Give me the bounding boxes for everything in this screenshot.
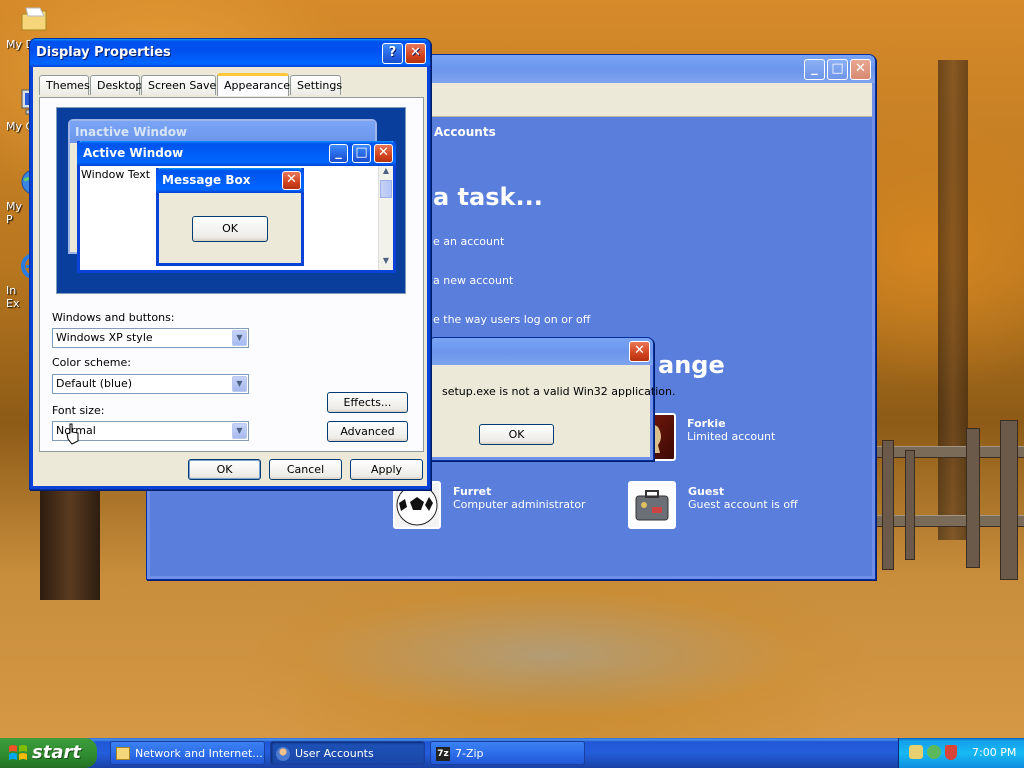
scroll-thumb [380, 180, 392, 198]
ok-button[interactable]: OK [188, 459, 261, 480]
appearance-panel: Inactive Window Active Window _ □ ✕ Wind… [39, 97, 424, 452]
apply-button[interactable]: Apply [350, 459, 423, 480]
appearance-preview: Inactive Window Active Window _ □ ✕ Wind… [56, 107, 406, 294]
tab-themes[interactable]: Themes [39, 75, 90, 95]
taskbar-button-label: 7-Zip [455, 747, 484, 760]
preview-window-text: Window Text [81, 168, 151, 181]
error-message: setup.exe is not a valid Win32 applicati… [442, 385, 676, 398]
font-size-label: Font size: [52, 404, 105, 417]
preview-active-title-text: Active Window [83, 146, 184, 160]
desktop-icon-label: In Ex [6, 284, 20, 310]
chevron-down-icon[interactable]: ▼ [232, 330, 247, 346]
task-link-logon-options[interactable]: e the way users log on or off [433, 313, 590, 326]
advanced-button[interactable]: Advanced [327, 421, 408, 442]
error-dialog: ✕ setup.exe is not a valid Win32 applica… [428, 337, 675, 461]
tab-appearance[interactable]: Appearance [217, 73, 290, 96]
preview-msgbox-close-icon: ✕ [282, 171, 301, 190]
guest-avatar[interactable] [628, 481, 676, 529]
account-type: Guest account is off [688, 498, 798, 511]
account-name[interactable]: Guest [688, 485, 724, 498]
preview-maximize-icon: □ [352, 144, 371, 163]
wallpaper-fence-post [882, 440, 894, 570]
change-heading: ange [658, 351, 725, 379]
display-properties-body: Themes Desktop Screen Saver Appearance S… [30, 67, 430, 489]
tab-desktop[interactable]: Desktop [90, 75, 142, 95]
preview-ok-button: OK [192, 216, 268, 242]
error-dialog-titlebar[interactable]: ✕ [429, 338, 653, 365]
taskbar-button-7zip[interactable]: 7z 7-Zip [430, 741, 585, 765]
wallpaper-fence-post [966, 428, 980, 568]
window-title: Display Properties [36, 45, 171, 60]
preview-message-box: Message Box ✕ OK [156, 168, 304, 266]
error-dialog-body: setup.exe is not a valid Win32 applicati… [429, 365, 675, 460]
taskbar-button-label: Network and Internet... [135, 747, 263, 760]
color-scheme-select[interactable]: Default (blue) ▼ [52, 374, 249, 394]
effects-button[interactable]: Effects... [327, 392, 408, 413]
tray-connection-icon[interactable] [927, 745, 941, 759]
preview-inactive-title: Inactive Window [70, 121, 375, 143]
wallpaper-tree [40, 480, 100, 600]
7zip-icon: 7z [436, 747, 450, 761]
folder-icon [21, 7, 47, 31]
start-button[interactable]: start [0, 738, 97, 768]
close-button[interactable]: ✕ [850, 59, 871, 80]
account-name[interactable]: Forkie [687, 417, 726, 430]
account-name[interactable]: Furret [453, 485, 491, 498]
windows-logo-icon [9, 745, 27, 760]
wallpaper-fence-post [1000, 420, 1018, 580]
close-button[interactable]: ✕ [405, 43, 426, 64]
user-accounts-icon [276, 747, 290, 761]
taskbar-button-label: User Accounts [295, 747, 374, 760]
tray-network-icon[interactable] [909, 745, 923, 759]
scroll-up-arrow-icon: ▲ [382, 166, 390, 175]
preview-minimize-icon: _ [329, 144, 348, 163]
preview-close-icon: ✕ [374, 144, 393, 163]
system-tray: 7:00 PM [898, 738, 1024, 768]
maximize-button[interactable]: □ [827, 59, 848, 80]
preview-active-title: Active Window _ □ ✕ [77, 141, 396, 166]
preview-msgbox-title: Message Box ✕ [156, 168, 304, 193]
color-scheme-value: Default (blue) [56, 377, 133, 390]
windows-buttons-label: Windows and buttons: [52, 311, 175, 324]
color-scheme-label: Color scheme: [52, 356, 131, 369]
task-heading: a task... [433, 183, 543, 211]
section-header: Accounts [434, 125, 496, 139]
start-label: start [32, 742, 81, 763]
windows-buttons-select[interactable]: Windows XP style ▼ [52, 328, 249, 348]
close-button[interactable]: ✕ [629, 341, 650, 362]
scroll-down-arrow-icon: ▼ [382, 256, 390, 265]
windows-buttons-value: Windows XP style [56, 331, 153, 344]
minimize-button[interactable]: _ [804, 59, 825, 80]
task-link-change-account[interactable]: e an account [433, 235, 504, 248]
tray-clock[interactable]: 7:00 PM [972, 738, 1016, 768]
task-link-create-account[interactable]: a new account [433, 274, 513, 287]
help-button[interactable]: ? [382, 43, 403, 64]
mouse-cursor-icon [66, 423, 79, 445]
wallpaper-tree [938, 60, 968, 540]
network-folder-icon [116, 747, 130, 760]
tab-strip: Themes Desktop Screen Saver Appearance S… [39, 73, 424, 99]
tab-settings[interactable]: Settings [290, 75, 342, 95]
ok-button[interactable]: OK [479, 424, 554, 445]
tab-screen-saver[interactable]: Screen Saver [141, 75, 221, 95]
font-size-select[interactable]: Normal ▼ [52, 421, 249, 441]
cancel-button[interactable]: Cancel [269, 459, 342, 480]
wallpaper-fence-post [905, 450, 915, 560]
chevron-down-icon[interactable]: ▼ [232, 376, 247, 392]
taskbar: start Network and Internet... User Accou… [0, 738, 1024, 768]
account-type: Computer administrator [453, 498, 586, 511]
chevron-down-icon[interactable]: ▼ [232, 423, 247, 439]
preview-msgbox-title-text: Message Box [162, 173, 251, 187]
account-type: Limited account [687, 430, 776, 443]
display-properties-window: Display Properties ? ✕ Themes Desktop Sc… [29, 38, 431, 490]
taskbar-button-user-accounts[interactable]: User Accounts [270, 741, 425, 765]
wallpaper-path [300, 590, 800, 720]
tray-security-shield-icon[interactable] [945, 745, 957, 760]
desktop-icon-label: My P [6, 200, 23, 226]
suitcase-icon [635, 490, 669, 521]
preview-scrollbar: ▲ ▼ [378, 166, 393, 270]
display-properties-titlebar[interactable]: Display Properties ? ✕ [30, 39, 430, 67]
taskbar-button-network[interactable]: Network and Internet... [110, 741, 265, 765]
